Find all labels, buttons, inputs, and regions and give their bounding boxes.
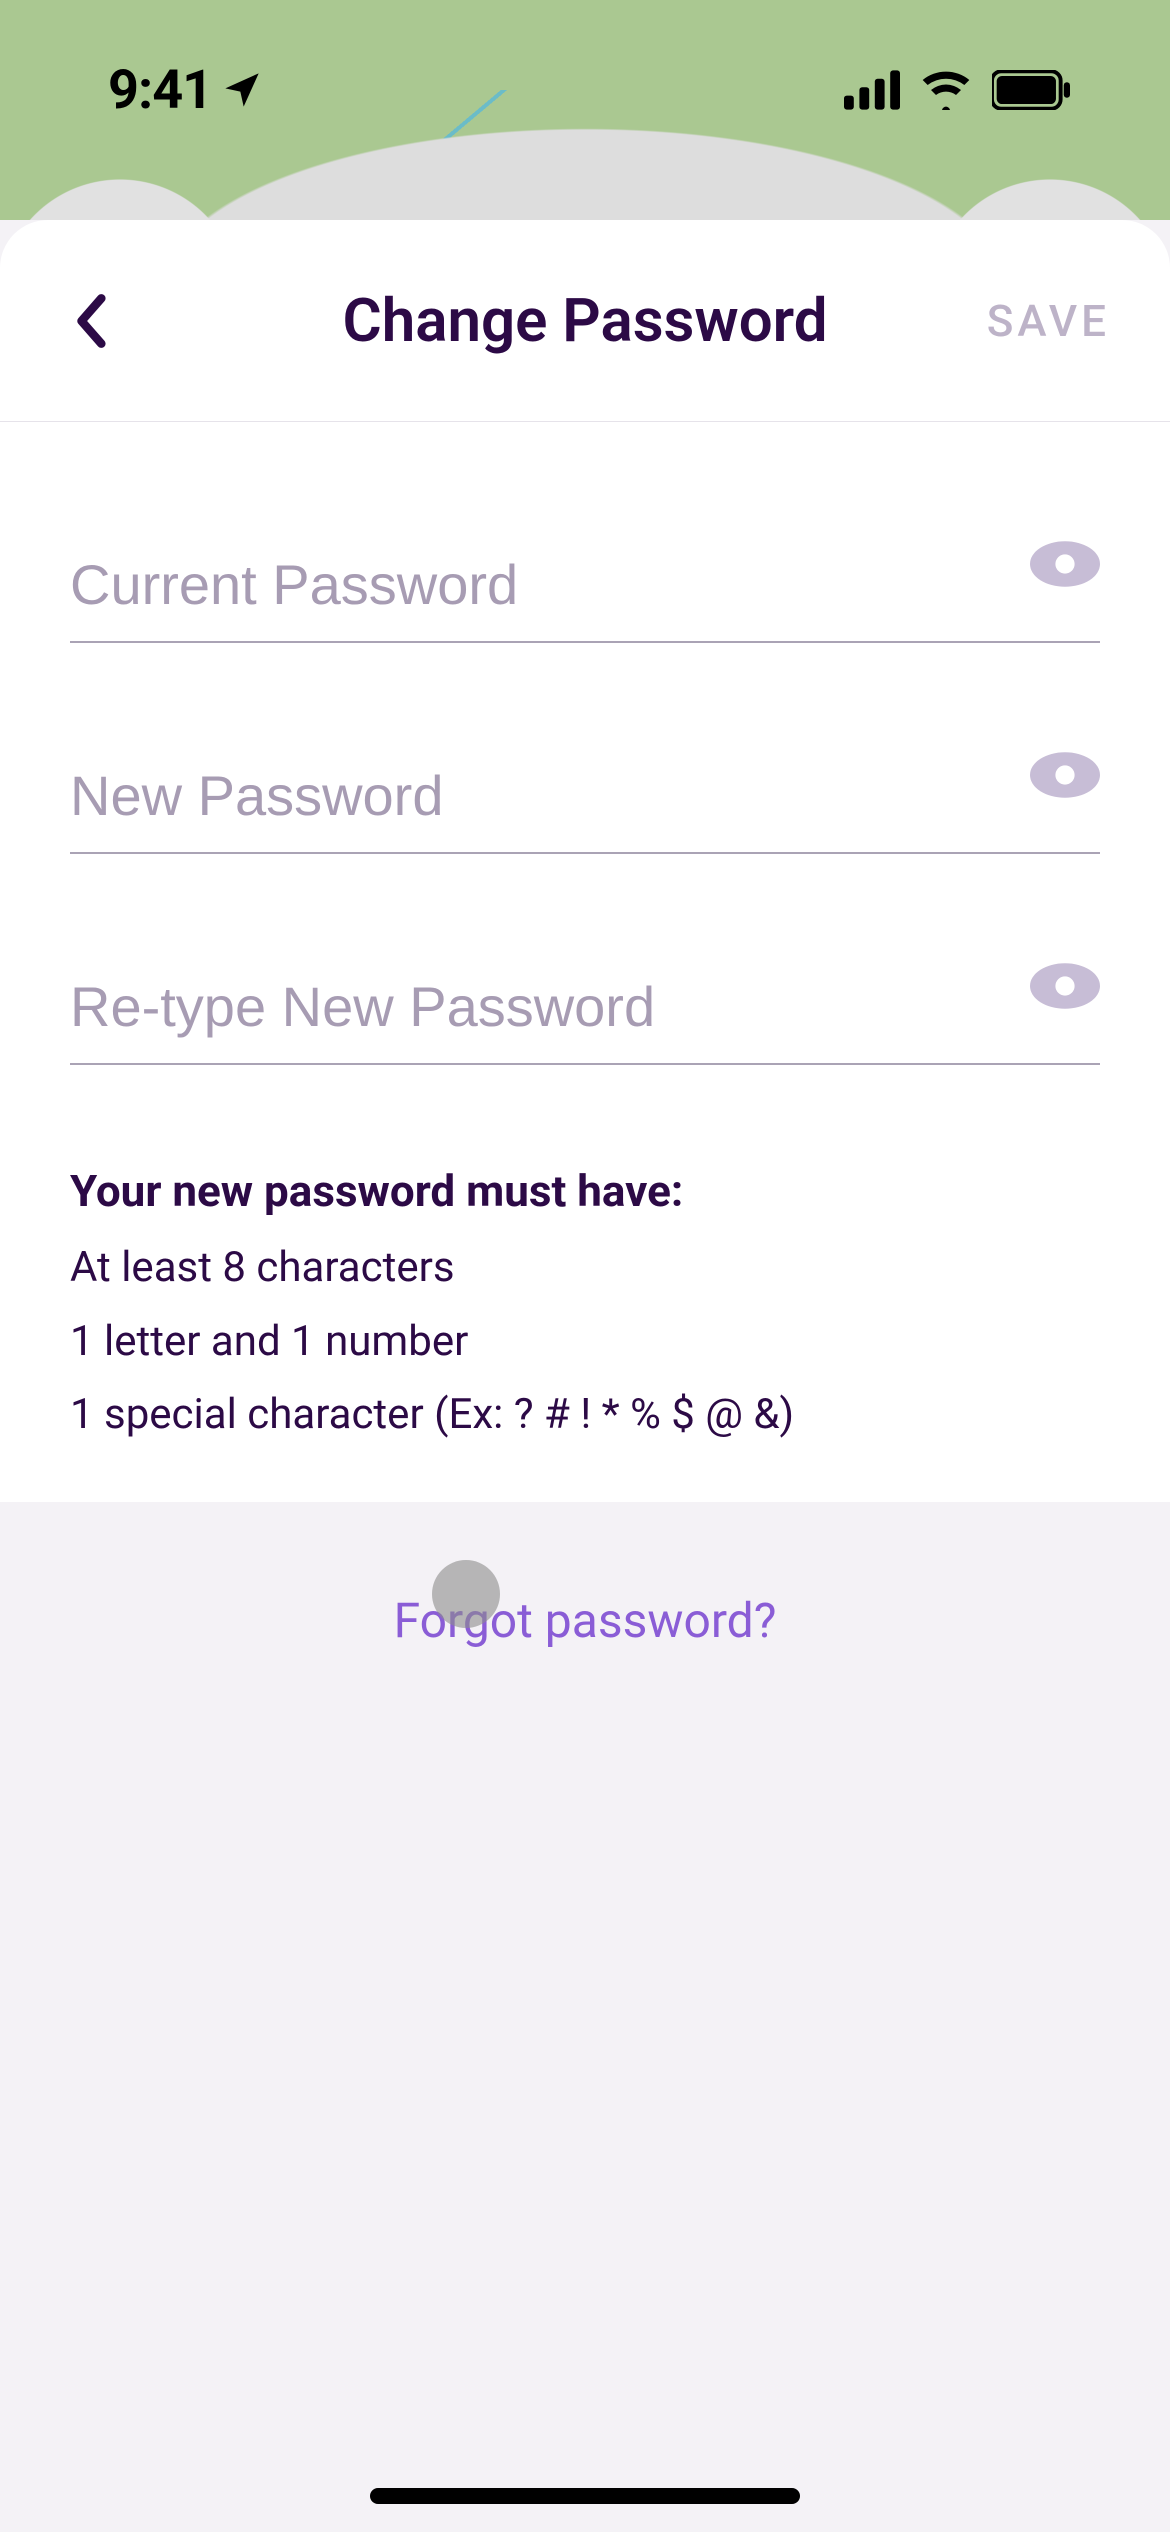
status-time: 9:41 [108,59,212,122]
location-arrow-icon [222,70,262,110]
save-button[interactable]: SAVE [987,295,1110,347]
chevron-left-icon [73,292,107,350]
password-rules: Your new password must have: At least 8 … [70,1165,1100,1452]
rule-item: 1 letter and 1 number [70,1305,1100,1379]
rules-title: Your new password must have: [70,1165,1100,1217]
new-password-field [70,743,1100,854]
toggle-visibility-retype[interactable] [1030,962,1100,1010]
battery-icon [992,70,1070,110]
rule-item: 1 special character (Ex: ? # ! * % $ @ &… [70,1378,1100,1452]
home-indicator[interactable] [370,2488,800,2504]
wifi-icon [920,70,972,110]
status-bar: 9:41 [0,50,1170,130]
current-password-field [70,532,1100,643]
retype-password-field [70,954,1100,1065]
retype-password-input[interactable] [70,954,950,1065]
eye-icon [1030,751,1100,799]
cellular-signal-icon [844,70,900,110]
change-password-sheet: Change Password SAVE [0,220,1170,2532]
new-password-input[interactable] [70,743,950,854]
eye-icon [1030,962,1100,1010]
eye-icon [1030,540,1100,588]
toggle-visibility-current[interactable] [1030,540,1100,588]
forgot-password-link[interactable]: Forgot password? [0,1592,1170,1649]
toggle-visibility-new[interactable] [1030,751,1100,799]
back-button[interactable] [60,281,120,361]
nav-bar: Change Password SAVE [0,220,1170,422]
current-password-input[interactable] [70,532,950,643]
password-form: Your new password must have: At least 8 … [0,422,1170,1502]
rule-item: At least 8 characters [70,1231,1100,1305]
